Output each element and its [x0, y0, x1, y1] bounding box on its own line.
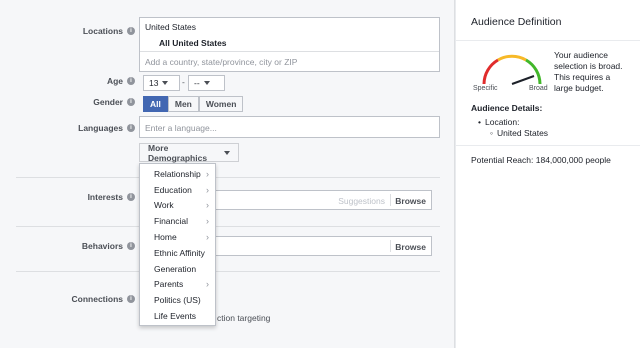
menu-item-generation[interactable]: Generation	[140, 261, 215, 277]
chevron-right-icon: ›	[206, 216, 209, 227]
bullet-icon: •	[478, 117, 481, 127]
location-search-input[interactable]: Add a country, state/province, city or Z…	[145, 57, 297, 67]
targeting-panel: Locations i United States All United Stat…	[0, 0, 455, 348]
more-demographics-menu: Relationship › Education › Work › Financial…	[139, 163, 216, 326]
connections-label: Connections i	[72, 294, 135, 304]
gauge-high-arc	[525, 58, 542, 85]
info-icon[interactable]: i	[127, 77, 135, 85]
caret-down-icon	[203, 81, 210, 85]
gender-toggle: All Men Women	[143, 96, 244, 112]
menu-item-ethnic-affinity[interactable]: Ethnic Affinity	[140, 245, 215, 261]
divider	[456, 145, 640, 146]
gender-all-button[interactable]: All	[143, 96, 168, 112]
info-icon[interactable]: i	[127, 193, 135, 201]
chevron-right-icon: ›	[206, 168, 209, 179]
menu-item-relationship[interactable]: Relationship ›	[140, 166, 215, 182]
divider	[456, 40, 640, 41]
info-icon[interactable]: i	[127, 295, 135, 303]
chevron-right-icon: ›	[206, 279, 209, 290]
chevron-right-icon: ›	[206, 184, 209, 195]
audience-description: Your audience selection is broad. This r…	[554, 50, 623, 93]
divider	[16, 226, 440, 227]
menu-item-education[interactable]: Education ›	[140, 182, 215, 198]
locations-label: Locations i	[83, 26, 135, 36]
locations-box: United States All United States Add a co…	[139, 17, 440, 72]
caret-down-icon	[162, 81, 169, 85]
location-detail-value: ◦ United States	[490, 128, 549, 138]
menu-item-work[interactable]: Work ›	[140, 198, 215, 214]
gauge-needle	[511, 75, 535, 85]
suggestions-link[interactable]: Suggestions	[338, 196, 385, 206]
menu-item-life-events[interactable]: Life Events	[140, 308, 215, 324]
chevron-right-icon: ›	[206, 200, 209, 211]
age-min-select[interactable]: 13	[143, 75, 180, 91]
gauge-low-label: Specific	[473, 85, 498, 92]
behaviors-browse-button[interactable]: Browse	[395, 242, 426, 252]
circle-bullet-icon: ◦	[490, 128, 494, 138]
info-icon[interactable]: i	[127, 124, 135, 132]
age-separator: -	[182, 77, 185, 87]
interests-label: Interests i	[88, 192, 135, 202]
gender-men-button[interactable]: Men	[167, 96, 199, 112]
age-max-select[interactable]: --	[188, 75, 225, 91]
audience-title: Audience Definition	[471, 16, 562, 28]
location-country: United States	[145, 22, 197, 32]
age-label: Age i	[107, 76, 135, 86]
behaviors-label: Behaviors i	[82, 241, 135, 251]
info-icon[interactable]: i	[127, 242, 135, 250]
location-detail: • Location:	[478, 117, 520, 127]
gender-women-button[interactable]: Women	[198, 96, 244, 112]
caret-down-icon	[224, 150, 230, 155]
divider	[390, 240, 391, 252]
interests-browse-button[interactable]: Browse	[395, 196, 426, 206]
divider	[390, 194, 391, 206]
languages-label: Languages i	[78, 123, 135, 133]
divider	[16, 271, 440, 272]
audience-definition-panel: Audience Definition Specific Broad Your …	[456, 0, 640, 348]
info-icon[interactable]: i	[127, 98, 135, 106]
gauge-low-arc	[482, 58, 499, 85]
divider	[16, 177, 440, 178]
divider	[140, 51, 439, 52]
info-icon[interactable]: i	[127, 27, 135, 35]
gender-label: Gender i	[93, 97, 135, 107]
audience-details-title: Audience Details:	[471, 103, 543, 113]
gauge-high-label: Broad	[529, 85, 548, 92]
gauge-mid-arc	[497, 54, 527, 62]
potential-reach: Potential Reach: 184,000,000 people	[471, 155, 611, 165]
menu-item-politics[interactable]: Politics (US)	[140, 292, 215, 308]
more-demographics-button[interactable]: More Demographics	[139, 143, 239, 163]
chevron-right-icon: ›	[206, 232, 209, 243]
menu-item-home[interactable]: Home ›	[140, 229, 215, 245]
menu-item-parents[interactable]: Parents ›	[140, 277, 215, 293]
connections-option-text: ction targeting	[217, 313, 271, 323]
location-option[interactable]: All United States	[159, 38, 227, 48]
language-input[interactable]: Enter a language...	[139, 116, 440, 138]
menu-item-financial[interactable]: Financial ›	[140, 213, 215, 229]
